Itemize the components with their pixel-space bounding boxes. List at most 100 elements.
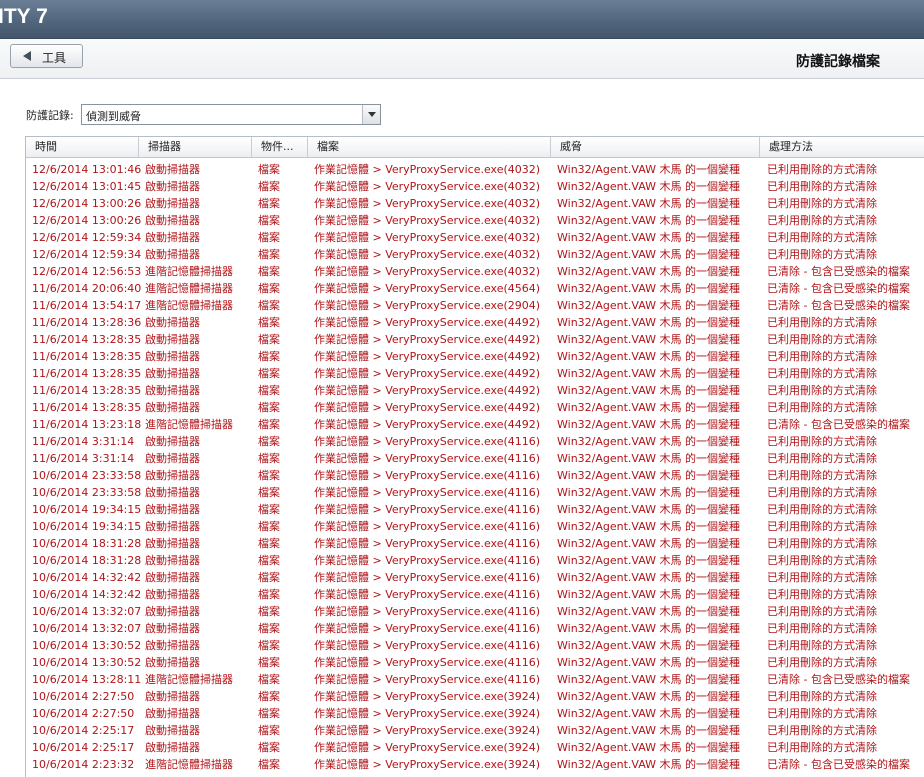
cell-action: 已利用刪除的方式清除 bbox=[767, 554, 877, 567]
table-row[interactable]: 11/6/2014 13:28:35 啟動掃描器 檔案 作業記憶體 > VeryPro… bbox=[26, 331, 924, 348]
table-row[interactable]: 12/6/2014 13:00:26 啟動掃描器 檔案 作業記憶體 > VeryPro… bbox=[26, 212, 924, 229]
cell-threat: Win32/Agent.VAW 木馬 的一個變種 bbox=[557, 639, 741, 652]
cell-threat: Win32/Agent.VAW 木馬 的一個變種 bbox=[557, 384, 741, 397]
cell-scanner: 進階記憶體掃描器 bbox=[145, 282, 233, 295]
table-row[interactable]: 10/6/2014 13:30:52 啟動掃描器 檔案 作業記憶體 > VeryPro… bbox=[26, 637, 924, 654]
cell-time: 11/6/2014 13:28:35 bbox=[32, 401, 142, 414]
cell-time: 10/6/2014 14:32:42 bbox=[32, 571, 142, 584]
cell-threat: Win32/Agent.VAW 木馬 的一個變種 bbox=[557, 418, 741, 431]
cell-file: 作業記憶體 > VeryProxyService.exe(4492) bbox=[314, 367, 541, 380]
cell-action: 已清除 - 包含已受感染的檔案 bbox=[767, 265, 910, 278]
cell-scanner: 啟動掃描器 bbox=[145, 724, 200, 737]
column-header-time[interactable]: 時間 bbox=[26, 137, 139, 157]
cell-threat: Win32/Agent.VAW 木馬 的一個變種 bbox=[557, 724, 741, 737]
table-row[interactable]: 10/6/2014 2:27:50 啟動掃描器 檔案 作業記憶體 > VeryProx… bbox=[26, 688, 924, 705]
cell-file: 作業記憶體 > VeryProxyService.exe(4492) bbox=[314, 384, 541, 397]
table-row[interactable]: 11/6/2014 3:31:14 啟動掃描器 檔案 作業記憶體 > VeryProx… bbox=[26, 450, 924, 467]
cell-file: 作業記憶體 > VeryProxyService.exe(4116) bbox=[314, 452, 541, 465]
column-header-threat[interactable]: 威脅 bbox=[551, 137, 760, 157]
cell-threat: Win32/Agent.VAW 木馬 的一個變種 bbox=[557, 401, 741, 414]
table-row[interactable]: 10/6/2014 14:32:42 啟動掃描器 檔案 作業記憶體 > VeryPro… bbox=[26, 569, 924, 586]
cell-action: 已利用刪除的方式清除 bbox=[767, 316, 877, 329]
cell-threat: Win32/Agent.VAW 木馬 的一個變種 bbox=[557, 656, 741, 669]
back-arrow-icon bbox=[23, 51, 31, 61]
cell-file: 作業記憶體 > VeryProxyService.exe(4032) bbox=[314, 197, 541, 210]
cell-scanner: 啟動掃描器 bbox=[145, 707, 200, 720]
table-row[interactable]: 11/6/2014 20:06:40 進階記憶體掃描器 檔案 作業記憶體 > Very… bbox=[26, 280, 924, 297]
cell-scanner: 啟動掃描器 bbox=[145, 520, 200, 533]
cell-object: 檔案 bbox=[258, 248, 280, 261]
cell-file: 作業記憶體 > VeryProxyService.exe(4116) bbox=[314, 571, 541, 584]
back-button-label: 工具 bbox=[42, 51, 67, 65]
cell-file: 作業記憶體 > VeryProxyService.exe(3924) bbox=[314, 741, 541, 754]
log-filter-select[interactable]: 偵測到威脅 bbox=[81, 104, 381, 125]
table-row[interactable]: 10/6/2014 14:32:42 啟動掃描器 檔案 作業記憶體 > VeryPro… bbox=[26, 586, 924, 603]
table-row[interactable]: 12/6/2014 12:59:34 啟動掃描器 檔案 作業記憶體 > VeryPro… bbox=[26, 229, 924, 246]
title-bar: ITY 7 bbox=[0, 0, 924, 39]
table-row[interactable]: 10/6/2014 2:23:32 進階記憶體掃描器 檔案 作業記憶體 > VeryP… bbox=[26, 756, 924, 773]
table-row[interactable]: 11/6/2014 13:28:36 啟動掃描器 檔案 作業記憶體 > VeryPro… bbox=[26, 314, 924, 331]
cell-time: 11/6/2014 3:31:14 bbox=[32, 435, 135, 448]
cell-object: 檔案 bbox=[258, 554, 280, 567]
table-row[interactable]: 12/6/2014 13:01:45 啟動掃描器 檔案 作業記憶體 > VeryPro… bbox=[26, 178, 924, 195]
cell-threat: Win32/Agent.VAW 木馬 的一個變種 bbox=[557, 214, 741, 227]
table-row[interactable]: 12/6/2014 13:00:26 啟動掃描器 檔案 作業記憶體 > VeryPro… bbox=[26, 195, 924, 212]
cell-scanner: 啟動掃描器 bbox=[145, 656, 200, 669]
table-row[interactable]: 11/6/2014 13:28:35 啟動掃描器 檔案 作業記憶體 > VeryPro… bbox=[26, 365, 924, 382]
table-row[interactable]: 10/6/2014 13:30:52 啟動掃描器 檔案 作業記憶體 > VeryPro… bbox=[26, 654, 924, 671]
cell-time: 10/6/2014 13:30:52 bbox=[32, 639, 142, 652]
table-row[interactable]: 10/6/2014 18:31:28 啟動掃描器 檔案 作業記憶體 > VeryPro… bbox=[26, 552, 924, 569]
table-row[interactable]: 11/6/2014 13:23:18 進階記憶體掃描器 檔案 作業記憶體 > Very… bbox=[26, 416, 924, 433]
cell-object: 檔案 bbox=[258, 384, 280, 397]
cell-action: 已利用刪除的方式清除 bbox=[767, 656, 877, 669]
page-title: 防護記錄檔案 bbox=[796, 54, 880, 70]
table-row[interactable]: 11/6/2014 13:54:17 進階記憶體掃描器 檔案 作業記憶體 > Very… bbox=[26, 297, 924, 314]
table-row[interactable]: 11/6/2014 13:28:35 啟動掃描器 檔案 作業記憶體 > VeryPro… bbox=[26, 399, 924, 416]
cell-scanner: 進階記憶體掃描器 bbox=[145, 265, 233, 278]
back-to-tools-button[interactable]: 工具 bbox=[10, 44, 83, 68]
table-row[interactable]: 10/6/2014 2:27:50 啟動掃描器 檔案 作業記憶體 > VeryProx… bbox=[26, 705, 924, 722]
cell-threat: Win32/Agent.VAW 木馬 的一個變種 bbox=[557, 571, 741, 584]
table-row[interactable]: 10/6/2014 19:34:15 啟動掃描器 檔案 作業記憶體 > VeryPro… bbox=[26, 518, 924, 535]
column-header-object[interactable]: 物件... bbox=[252, 137, 308, 157]
table-row[interactable]: 10/6/2014 13:32:07 啟動掃描器 檔案 作業記憶體 > VeryPro… bbox=[26, 603, 924, 620]
cell-action: 已利用刪除的方式清除 bbox=[767, 571, 877, 584]
table-row[interactable]: 10/6/2014 2:25:17 啟動掃描器 檔案 作業記憶體 > VeryProx… bbox=[26, 722, 924, 739]
cell-action: 已利用刪除的方式清除 bbox=[767, 639, 877, 652]
table-row[interactable]: 10/6/2014 18:31:28 啟動掃描器 檔案 作業記憶體 > VeryPro… bbox=[26, 535, 924, 552]
table-row[interactable]: 11/6/2014 13:28:35 啟動掃描器 檔案 作業記憶體 > VeryPro… bbox=[26, 382, 924, 399]
column-header-action[interactable]: 處理方法 bbox=[760, 137, 924, 157]
cell-scanner: 啟動掃描器 bbox=[145, 248, 200, 261]
column-header-scanner[interactable]: 掃描器 bbox=[139, 137, 252, 157]
table-row[interactable]: 11/6/2014 3:31:14 啟動掃描器 檔案 作業記憶體 > VeryProx… bbox=[26, 433, 924, 450]
cell-scanner: 啟動掃描器 bbox=[145, 469, 200, 482]
cell-object: 檔案 bbox=[258, 214, 280, 227]
cell-object: 檔案 bbox=[258, 741, 280, 754]
table-row[interactable]: 12/6/2014 12:56:53 進階記憶體掃描器 檔案 作業記憶體 > Very… bbox=[26, 263, 924, 280]
cell-object: 檔案 bbox=[258, 571, 280, 584]
table-row[interactable]: 10/6/2014 23:33:58 啟動掃描器 檔案 作業記憶體 > VeryPro… bbox=[26, 484, 924, 501]
cell-object: 檔案 bbox=[258, 265, 280, 278]
cell-file: 作業記憶體 > VeryProxyService.exe(4116) bbox=[314, 537, 541, 550]
column-header-file[interactable]: 檔案 bbox=[308, 137, 551, 157]
table-row[interactable]: 10/6/2014 2:25:17 啟動掃描器 檔案 作業記憶體 > VeryProx… bbox=[26, 739, 924, 756]
cell-file: 作業記憶體 > VeryProxyService.exe(4116) bbox=[314, 503, 541, 516]
table-row[interactable]: 10/6/2014 13:32:07 啟動掃描器 檔案 作業記憶體 > VeryPro… bbox=[26, 620, 924, 637]
dropdown-button[interactable] bbox=[362, 105, 380, 124]
table-row[interactable]: 12/6/2014 13:01:46 啟動掃描器 檔案 作業記憶體 > VeryPro… bbox=[26, 161, 924, 178]
cell-threat: Win32/Agent.VAW 木馬 的一個變種 bbox=[557, 758, 741, 771]
cell-action: 已利用刪除的方式清除 bbox=[767, 452, 877, 465]
cell-time: 10/6/2014 23:33:58 bbox=[32, 486, 142, 499]
table-row[interactable]: 11/6/2014 13:28:35 啟動掃描器 檔案 作業記憶體 > VeryPro… bbox=[26, 348, 924, 365]
cell-time: 12/6/2014 12:59:34 bbox=[32, 231, 142, 244]
cell-action: 已利用刪除的方式清除 bbox=[767, 248, 877, 261]
table-row[interactable]: 10/6/2014 19:34:15 啟動掃描器 檔案 作業記憶體 > VeryPro… bbox=[26, 501, 924, 518]
cell-object: 檔案 bbox=[258, 724, 280, 737]
cell-file: 作業記憶體 > VeryProxyService.exe(4032) bbox=[314, 231, 541, 244]
cell-scanner: 啟動掃描器 bbox=[145, 588, 200, 601]
table-row[interactable]: 10/6/2014 13:28:11 進階記憶體掃描器 檔案 作業記憶體 > Very… bbox=[26, 671, 924, 688]
cell-threat: Win32/Agent.VAW 木馬 的一個變種 bbox=[557, 605, 741, 618]
cell-object: 檔案 bbox=[258, 673, 280, 686]
table-row[interactable]: 12/6/2014 12:59:34 啟動掃描器 檔案 作業記憶體 > VeryPro… bbox=[26, 246, 924, 263]
table-row[interactable]: 10/6/2014 23:33:58 啟動掃描器 檔案 作業記憶體 > VeryPro… bbox=[26, 467, 924, 484]
